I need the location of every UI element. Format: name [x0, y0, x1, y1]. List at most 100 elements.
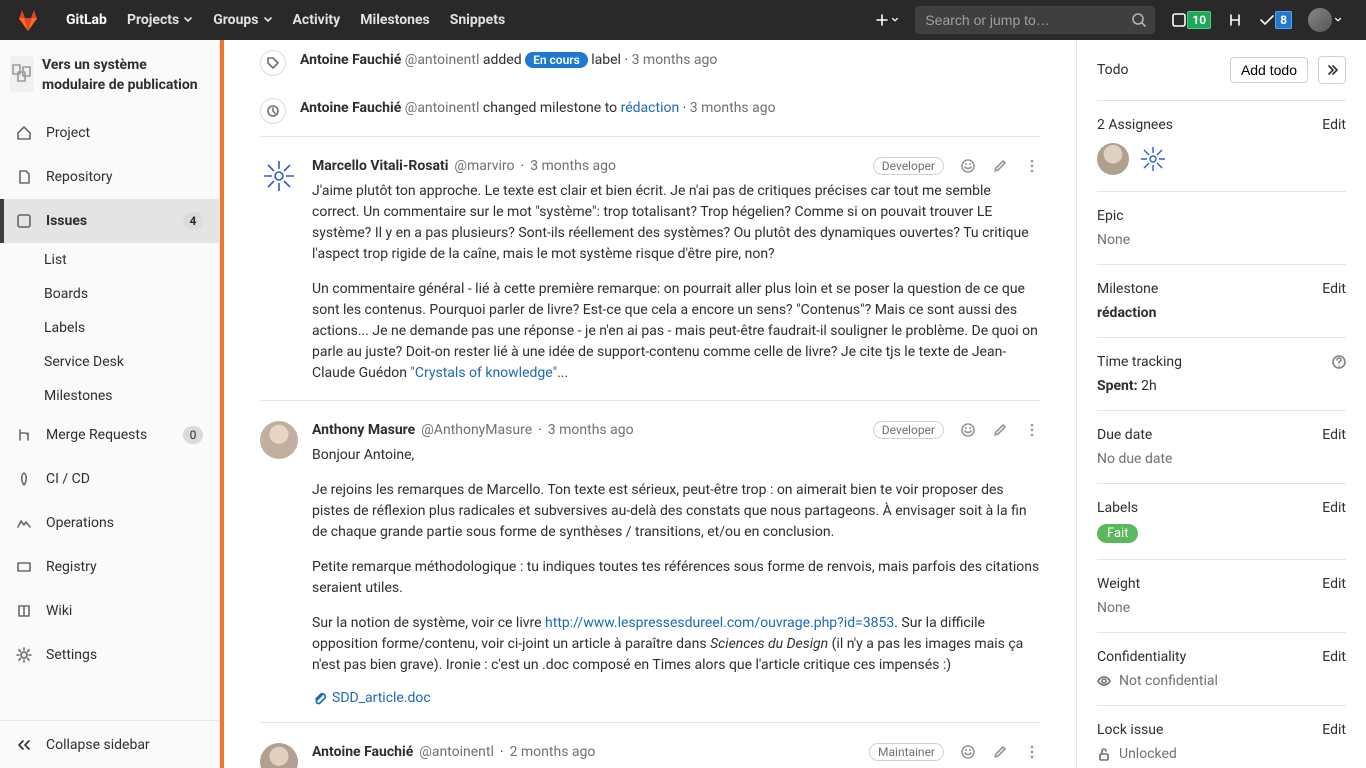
avatar[interactable] — [260, 743, 298, 768]
avatar[interactable] — [260, 157, 298, 195]
sidebar-sub-milestones[interactable]: Milestones — [0, 379, 219, 413]
epic-title: Epic — [1097, 208, 1124, 224]
sidebar: Vers un système modulaire de publication… — [0, 40, 220, 768]
emoji-icon[interactable] — [960, 158, 976, 174]
sidebar-project-header[interactable]: Vers un système modulaire de publication — [0, 40, 219, 111]
emoji-icon[interactable] — [960, 422, 976, 438]
add-todo-button[interactable]: Add todo — [1230, 57, 1308, 83]
project-avatar — [10, 56, 34, 92]
sidebar-sub-boards[interactable]: Boards — [0, 277, 219, 311]
nav-milestones[interactable]: Milestones — [350, 0, 439, 40]
timestamp: 2 months ago — [510, 744, 596, 760]
assignees-title: 2 Assignees — [1097, 117, 1173, 133]
sidebar-item-operations[interactable]: Operations — [0, 501, 219, 545]
emoji-icon[interactable] — [960, 744, 976, 760]
system-note-milestone: Antoine Fauchié @antoinentl changed mile… — [260, 88, 1040, 136]
chevron-down-icon — [183, 15, 193, 25]
issues-icon — [16, 213, 32, 229]
role-badge: Maintainer — [869, 743, 944, 761]
attachment-link[interactable]: SDD_article.doc — [312, 690, 1040, 706]
sidebar-item-registry[interactable]: Registry — [0, 545, 219, 589]
edit-assignees[interactable]: Edit — [1322, 117, 1346, 133]
search-input[interactable] — [915, 6, 1155, 34]
edit-labels[interactable]: Edit — [1322, 500, 1346, 516]
gear-icon — [16, 647, 32, 663]
author-name[interactable]: Antoine Fauchié — [300, 100, 401, 116]
author-handle[interactable]: @antoinentl — [405, 52, 480, 68]
paperclip-icon — [312, 691, 326, 705]
avatar — [1308, 8, 1332, 32]
kebab-icon[interactable] — [1024, 158, 1040, 174]
timestamp: 3 months ago — [632, 52, 718, 68]
sidebar-item-wiki[interactable]: Wiki — [0, 589, 219, 633]
nav-issues-badge: 10 — [1187, 11, 1211, 29]
sidebar-sub-labels[interactable]: Labels — [0, 311, 219, 345]
doc-icon — [16, 169, 32, 185]
discussion-note: Antoine Fauchié @antoinentl · 2 months a… — [260, 722, 1040, 768]
lock-title: Lock issue — [1097, 722, 1163, 738]
label-pill[interactable]: Fait — [1097, 524, 1138, 543]
nav-plus-button[interactable] — [867, 0, 907, 40]
sidebar-item-issues[interactable]: Issues4 — [0, 199, 219, 243]
author-handle[interactable]: @marviro — [454, 158, 514, 174]
edit-milestone[interactable]: Edit — [1322, 281, 1346, 297]
sidebar-item-mr[interactable]: Merge Requests0 — [0, 413, 219, 457]
author-name[interactable]: Antoine Fauchié — [300, 52, 401, 68]
eye-icon — [1097, 674, 1111, 688]
author-name[interactable]: Antoine Fauchié — [312, 744, 413, 760]
edit-conf[interactable]: Edit — [1322, 649, 1346, 665]
author-handle[interactable]: @antoinentl — [419, 744, 494, 760]
edit-weight[interactable]: Edit — [1322, 576, 1346, 592]
avatar[interactable] — [260, 421, 298, 459]
labels-title: Labels — [1097, 500, 1138, 516]
nav-mr-link[interactable] — [1219, 0, 1251, 40]
registry-icon — [16, 559, 32, 575]
sidebar-item-project[interactable]: Project — [0, 111, 219, 155]
nav-projects[interactable]: Projects — [117, 0, 203, 40]
author-handle[interactable]: @AnthonyMasure — [421, 422, 532, 438]
pencil-icon[interactable] — [992, 744, 1008, 760]
nav-snippets[interactable]: Snippets — [440, 0, 515, 40]
author-handle[interactable]: @antoinentl — [405, 100, 480, 116]
timestamp: 3 months ago — [530, 158, 616, 174]
sidebar-item-settings[interactable]: Settings — [0, 633, 219, 677]
assignee-avatar[interactable] — [1137, 143, 1169, 175]
chevron-down-icon — [1334, 16, 1342, 24]
sidebar-collapse-button[interactable]: Collapse sidebar — [0, 720, 219, 768]
epic-value: None — [1097, 232, 1346, 248]
help-icon[interactable] — [1332, 355, 1346, 369]
search-icon — [1131, 12, 1147, 28]
author-name[interactable]: Anthony Masure — [312, 422, 415, 438]
nav-issues-link[interactable]: 10 — [1163, 0, 1219, 40]
gitlab-logo[interactable] — [16, 8, 40, 32]
external-link[interactable]: http://www.lespressesdureel.com/ouvrage.… — [545, 615, 894, 631]
edit-due[interactable]: Edit — [1322, 427, 1346, 443]
label-pill[interactable]: En cours — [525, 52, 588, 68]
milestone-link[interactable]: rédaction — [621, 100, 680, 116]
home-icon — [16, 125, 32, 141]
nav-groups[interactable]: Groups — [203, 0, 282, 40]
mr-count-badge: 0 — [183, 426, 203, 444]
navbar: GitLab Projects Groups Activity Mileston… — [0, 0, 1366, 40]
author-name[interactable]: Marcello Vitali-Rosati — [312, 158, 448, 174]
due-value: No due date — [1097, 451, 1346, 467]
sidebar-item-cicd[interactable]: CI / CD — [0, 457, 219, 501]
nav-activity[interactable]: Activity — [283, 0, 351, 40]
sidebar-sub-list[interactable]: List — [0, 243, 219, 277]
sidebar-sub-service-desk[interactable]: Service Desk — [0, 345, 219, 379]
pencil-icon[interactable] — [992, 158, 1008, 174]
assignee-avatar[interactable] — [1097, 143, 1129, 175]
sidebar-toggle-button[interactable] — [1318, 56, 1346, 84]
edit-lock[interactable]: Edit — [1322, 722, 1346, 738]
milestone-value[interactable]: rédaction — [1097, 305, 1346, 321]
project-name: Vers un système modulaire de publication — [42, 56, 209, 95]
kebab-icon[interactable] — [1024, 744, 1040, 760]
nav-todos-link[interactable]: 8 — [1251, 0, 1300, 40]
sidebar-item-repository[interactable]: Repository — [0, 155, 219, 199]
chevron-down-icon — [891, 16, 899, 24]
external-link[interactable]: "Crystals of knowledge" — [410, 365, 557, 381]
nav-user-menu[interactable] — [1300, 0, 1350, 40]
collapse-icon — [16, 737, 32, 753]
kebab-icon[interactable] — [1024, 422, 1040, 438]
pencil-icon[interactable] — [992, 422, 1008, 438]
